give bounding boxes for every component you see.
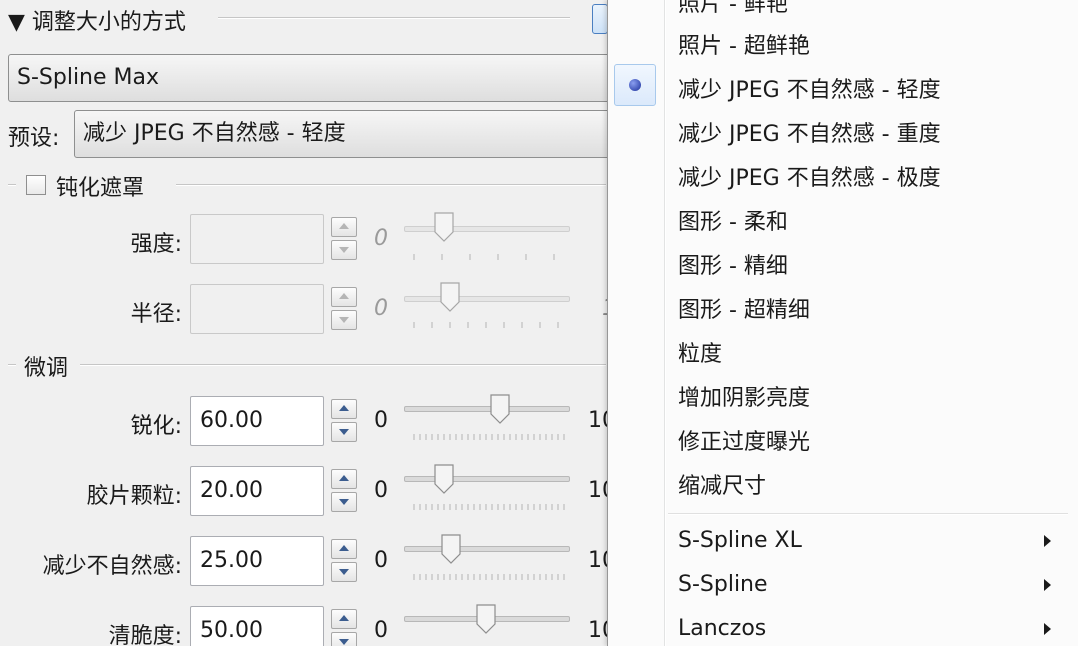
submenu-arrow-icon [1044, 623, 1051, 635]
spin-down-button[interactable] [331, 632, 357, 646]
selected-item-indicator [614, 64, 656, 106]
group-border-left [8, 364, 16, 366]
spin-up-button[interactable] [331, 287, 357, 307]
spin-up-button[interactable] [331, 399, 357, 419]
unsharp-mask-checkbox[interactable] [26, 175, 46, 195]
film-grain-slider-track[interactable] [404, 476, 570, 482]
preset-label: 预设: [8, 126, 60, 151]
crispness-min-value: 0 [374, 618, 388, 643]
radius-min-value: 0 [374, 296, 388, 321]
fine-tune-title: 微调 [24, 356, 69, 381]
radius-slider-thumb[interactable] [440, 282, 460, 312]
strength-slider-track[interactable] [404, 226, 570, 232]
menu-item-graphics-soft[interactable]: 图形 - 柔和 [678, 204, 788, 236]
group-border-left [8, 184, 16, 186]
spin-up-button[interactable] [331, 217, 357, 237]
film-grain-spinner[interactable] [331, 467, 359, 515]
submenu-lanczos[interactable]: Lanczos [678, 616, 766, 641]
strength-slider-thumb[interactable] [434, 212, 454, 242]
spin-down-button[interactable] [331, 422, 357, 442]
submenu-arrow-icon [1044, 579, 1051, 591]
menu-item-downsize[interactable]: 缩减尺寸 [678, 468, 766, 500]
crispness-spinner[interactable] [331, 607, 359, 646]
resize-method-section-title[interactable]: ▼ 调整大小的方式 [8, 4, 186, 36]
menu-item-partial[interactable]: 照片 - 鲜艳 [678, 0, 788, 18]
crispness-input[interactable]: 50.00 [190, 606, 324, 646]
preset-select[interactable]: 减少 JPEG 不自然感 - 轻度 [74, 110, 610, 158]
section-divider [218, 17, 570, 19]
sharpen-slider-thumb[interactable] [490, 394, 510, 424]
menu-item-shadow-boost[interactable]: 增加阴影亮度 [678, 380, 810, 412]
strength-min-value: 0 [374, 226, 388, 251]
radius-label: 半径: [130, 302, 182, 327]
artifact-reduction-min-value: 0 [374, 548, 388, 573]
menu-item-graphics-fine[interactable]: 图形 - 精细 [678, 248, 788, 280]
sharpen-label: 锐化: [130, 414, 182, 439]
preset-dropdown-menu: 照片 - 鲜艳 照片 - 超鲜艳 减少 JPEG 不自然感 - 轻度 减少 JP… [607, 0, 1078, 646]
menu-icon-gutter [664, 0, 666, 646]
spin-down-button[interactable] [331, 240, 357, 260]
menu-item-jpeg-light[interactable]: 减少 JPEG 不自然感 - 轻度 [678, 72, 941, 104]
group-border-top [80, 364, 606, 366]
radius-spinner[interactable] [331, 285, 359, 333]
sharpen-slider-ticks [413, 434, 565, 440]
strength-input[interactable] [190, 214, 324, 264]
spin-up-button[interactable] [331, 539, 357, 559]
artifact-reduction-slider-track[interactable] [404, 546, 570, 552]
group-border-top [176, 184, 606, 186]
radius-slider-track[interactable] [404, 296, 570, 302]
strength-label: 强度: [130, 232, 182, 257]
artifact-reduction-spinner[interactable] [331, 537, 359, 585]
submenu-arrow-icon [1044, 535, 1051, 547]
menu-item-grain[interactable]: 粒度 [678, 336, 722, 368]
menu-item-photo-extra-vivid[interactable]: 照片 - 超鲜艳 [678, 28, 810, 60]
menu-item-jpeg-heavy[interactable]: 减少 JPEG 不自然感 - 重度 [678, 116, 941, 148]
artifact-reduction-slider-thumb[interactable] [441, 534, 461, 564]
resize-method-select[interactable]: S-Spline Max [8, 54, 610, 102]
film-grain-label: 胶片颗粒: [86, 484, 182, 509]
artifact-reduction-label: 减少不自然感: [42, 554, 182, 579]
menu-item-fix-overexposure[interactable]: 修正过度曝光 [678, 424, 810, 456]
artifact-reduction-slider-ticks [413, 574, 565, 580]
menu-item-jpeg-extreme[interactable]: 减少 JPEG 不自然感 - 极度 [678, 160, 941, 192]
menu-separator [668, 513, 1068, 515]
resize-settings-panel: ▼ 调整大小的方式 S-Spline Max 预设: 减少 JPEG 不自然感 … [0, 0, 610, 646]
film-grain-min-value: 0 [374, 478, 388, 503]
film-grain-slider-ticks [413, 504, 565, 510]
submenu-s-spline[interactable]: S-Spline [678, 572, 768, 597]
film-grain-slider-thumb[interactable] [434, 464, 454, 494]
artifact-reduction-input[interactable]: 25.00 [190, 536, 324, 586]
radius-slider-ticks [413, 322, 559, 328]
sharpen-min-value: 0 [374, 408, 388, 433]
preset-menu-button[interactable] [592, 4, 608, 34]
strength-slider-ticks [413, 254, 555, 260]
spin-up-button[interactable] [331, 609, 357, 629]
crispness-slider-thumb[interactable] [476, 604, 496, 634]
crispness-label: 清脆度: [108, 624, 182, 646]
spin-down-button[interactable] [331, 492, 357, 512]
sharpen-input[interactable]: 60.00 [190, 396, 324, 446]
menu-item-graphics-extra-fine[interactable]: 图形 - 超精细 [678, 292, 810, 324]
radius-input[interactable] [190, 284, 324, 334]
spin-down-button[interactable] [331, 310, 357, 330]
radio-dot-icon [629, 79, 641, 91]
sharpen-slider-track[interactable] [404, 406, 570, 412]
spin-up-button[interactable] [331, 469, 357, 489]
spin-down-button[interactable] [331, 562, 357, 582]
sharpen-spinner[interactable] [331, 397, 359, 445]
strength-spinner[interactable] [331, 215, 359, 263]
unsharp-mask-title: 钝化遮罩 [56, 176, 145, 201]
film-grain-input[interactable]: 20.00 [190, 466, 324, 516]
submenu-s-spline-xl[interactable]: S-Spline XL [678, 528, 802, 553]
